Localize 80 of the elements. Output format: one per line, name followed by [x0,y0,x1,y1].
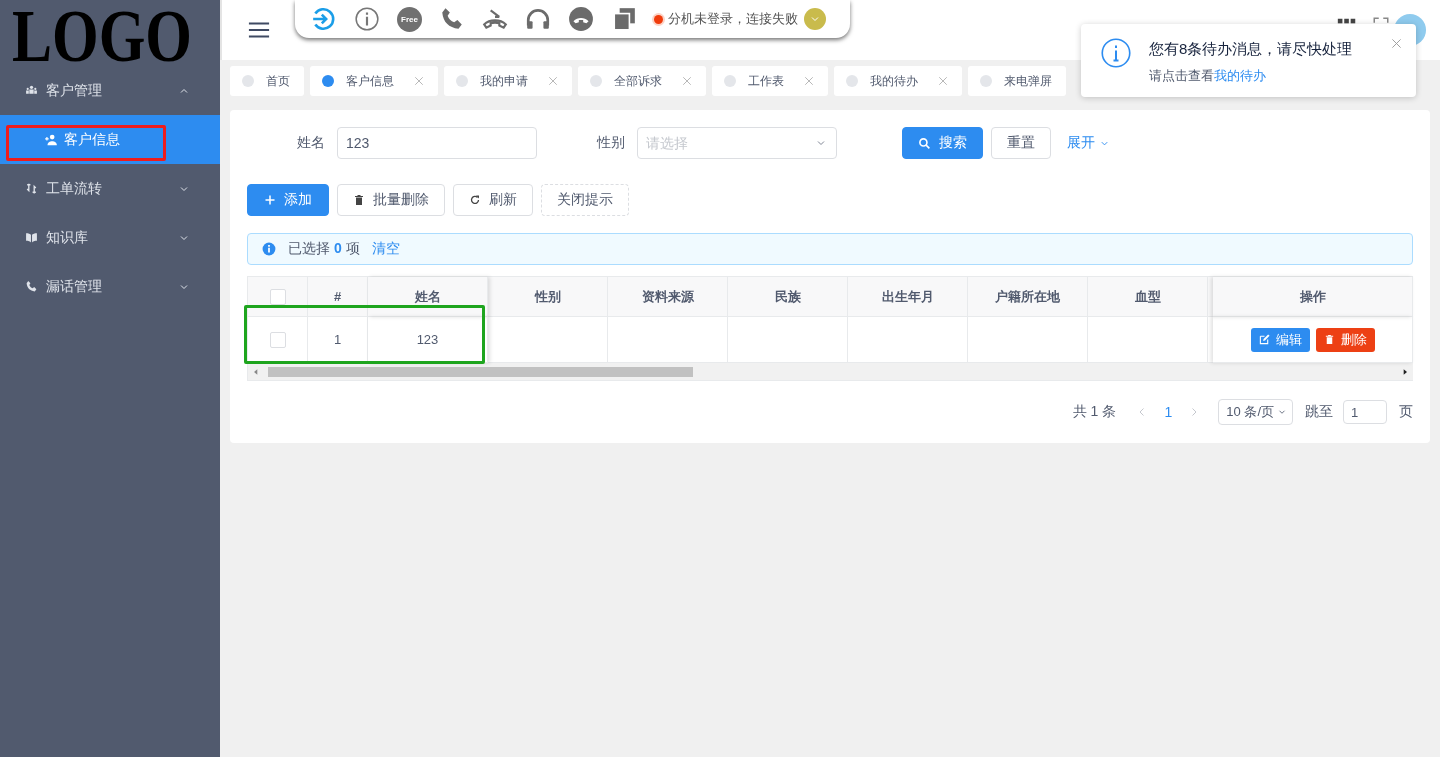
close-icon[interactable] [938,76,948,86]
tab[interactable]: 客户信息 [310,66,438,96]
phone-icon[interactable] [439,6,465,32]
headset-icon[interactable] [525,6,551,32]
close-icon[interactable] [682,76,692,86]
tab[interactable]: 首页 [230,66,304,96]
info-icon [262,242,276,256]
page-size-select[interactable]: 10 条/页 [1218,399,1293,425]
column-header: 姓名 [368,277,488,317]
plus-icon [264,194,276,206]
close-icon[interactable] [548,76,558,86]
tab-dot [242,75,254,87]
tab[interactable]: 工作表 [712,66,828,96]
menu-item[interactable]: 工单流转 [0,164,220,213]
column-header: 出生年月 [848,277,968,317]
field-label: 性别 [595,134,626,152]
search-icon [918,136,931,150]
column-header: # [308,277,368,317]
close-icon[interactable] [414,76,424,86]
tab-dot [322,75,334,87]
user-add-icon [44,132,58,147]
scroll-right-icon [1401,367,1409,376]
reset-button[interactable]: 重置 [991,127,1051,159]
notification-title: 您有8条待办消息，请尽快处理 [1149,40,1353,59]
refresh-button[interactable]: 刷新 [453,184,533,216]
swap-icon [25,182,38,195]
name-field[interactable]: 123 [337,127,537,159]
menu-item[interactable]: 知识库 [0,213,220,262]
field-label: 姓名 [296,134,326,152]
horizontal-scrollbar[interactable] [248,363,1413,380]
delete-button[interactable]: 删除 [1315,327,1375,352]
column-header: 血型 [1088,277,1208,317]
column-header: 民族 [728,277,848,317]
tab-dot [846,75,858,87]
selection-text: 已选择 0 项 [288,240,360,258]
refresh-icon [469,194,481,206]
page-label: 页 [1399,403,1413,421]
phone-icon [25,280,38,293]
column-header: 性别 [488,277,608,317]
edit-icon [1258,334,1270,345]
tab-dot [980,75,992,87]
free-badge[interactable]: Free [397,6,422,32]
checkbox[interactable] [269,331,286,348]
trash-icon [1323,334,1335,345]
notification-text: 请点击查看我的待办 [1149,67,1267,85]
tab[interactable]: 我的申请 [444,66,572,96]
todo-link[interactable]: 我的待办 [1214,68,1266,83]
tab-dot [456,75,468,87]
page-number[interactable]: 1 [1160,404,1177,420]
status-dot [654,14,663,24]
scroll-left-icon [252,367,260,376]
sign-in-icon[interactable] [311,6,337,32]
collapse-button[interactable] [804,8,826,30]
table-cell: 123 [368,317,488,363]
column-header: 户籍所在地 [968,277,1088,317]
batch-delete-button[interactable]: 批量删除 [337,184,445,216]
tab[interactable]: 我的待办 [834,66,962,96]
close-icon[interactable] [804,76,814,86]
table-cell: 1 [308,317,368,363]
menu-item[interactable]: 漏话管理 [0,262,220,311]
end-call-icon[interactable] [568,6,594,32]
column-header: 资料来源 [608,277,728,317]
tab[interactable]: 来电弹屏 [968,66,1066,96]
tab-dot [590,75,602,87]
tab-dot [724,75,736,87]
close-icon[interactable] [1391,38,1402,49]
trash-icon [353,194,365,206]
jump-label: 跳至 [1305,403,1333,421]
checkbox[interactable] [269,288,286,305]
close-tip-button[interactable]: 关闭提示 [541,184,629,216]
status-text: 分机未登录，连接失败 [668,10,798,28]
tab[interactable]: 全部诉求 [578,66,706,96]
info-icon [1101,38,1131,68]
page-input[interactable]: 1 [1343,400,1387,424]
expand-link[interactable]: 展开 [1067,134,1110,152]
column-header: 操作 [1213,277,1413,317]
total-count: 共 1 条 [1072,403,1117,421]
book-icon [25,231,38,244]
people-icon [25,84,38,97]
info-icon[interactable] [354,6,380,32]
